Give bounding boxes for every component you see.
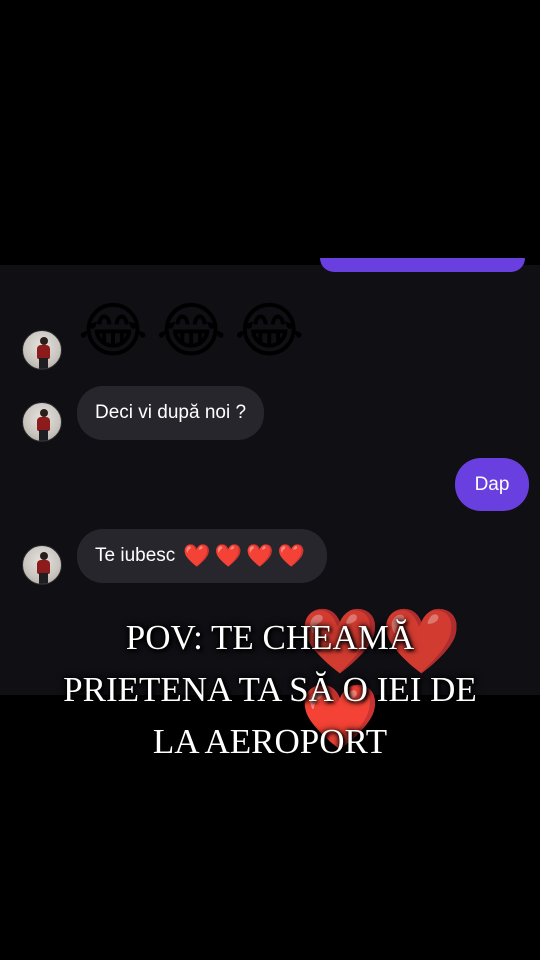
tears-of-joy-emoji: 😂 <box>234 296 305 366</box>
avatar-figure-head <box>40 409 48 417</box>
avatar-figure-legs <box>39 573 48 584</box>
video-caption: POV: TE CHEAMĂ PRIETENA TA SĂ O IEI DE L… <box>20 612 520 768</box>
avatar-figure-head <box>40 337 48 345</box>
avatar-figure-body <box>37 417 50 431</box>
tears-of-joy-emoji: 😂 <box>78 296 149 366</box>
avatar-figure-head <box>40 552 48 560</box>
message-text: Dap <box>474 473 510 495</box>
message-bubble-incoming[interactable]: Te iubesc ❤️❤️❤️❤️ <box>77 529 327 583</box>
screen: 😂 😂 😂 Deci vi după noi ? Dap Te iubesc ❤… <box>0 0 540 960</box>
avatar-figure-legs <box>39 358 48 369</box>
outgoing-bubble-partial[interactable] <box>320 258 525 272</box>
avatar[interactable] <box>22 545 62 585</box>
emoji-message[interactable]: 😂 😂 😂 <box>78 296 304 366</box>
caption-line: PRIETENA TA SĂ O IEI DE <box>63 670 477 709</box>
avatar[interactable] <box>22 330 62 370</box>
red-heart-emoji: ❤️❤️❤️❤️ <box>183 543 309 568</box>
message-bubble-outgoing[interactable]: Dap <box>455 458 529 511</box>
avatar-figure-legs <box>39 430 48 441</box>
caption-line: POV: TE CHEAMĂ <box>125 618 415 657</box>
avatar-figure-body <box>37 345 50 359</box>
avatar[interactable] <box>22 402 62 442</box>
message-text: Deci vi după noi ? <box>95 402 247 423</box>
avatar-figure-body <box>37 560 50 574</box>
message-bubble-incoming[interactable]: Deci vi după noi ? <box>77 386 265 440</box>
tears-of-joy-emoji: 😂 <box>156 296 227 366</box>
caption-line: LA AEROPORT <box>152 722 388 761</box>
message-text: Te iubesc <box>95 545 176 566</box>
